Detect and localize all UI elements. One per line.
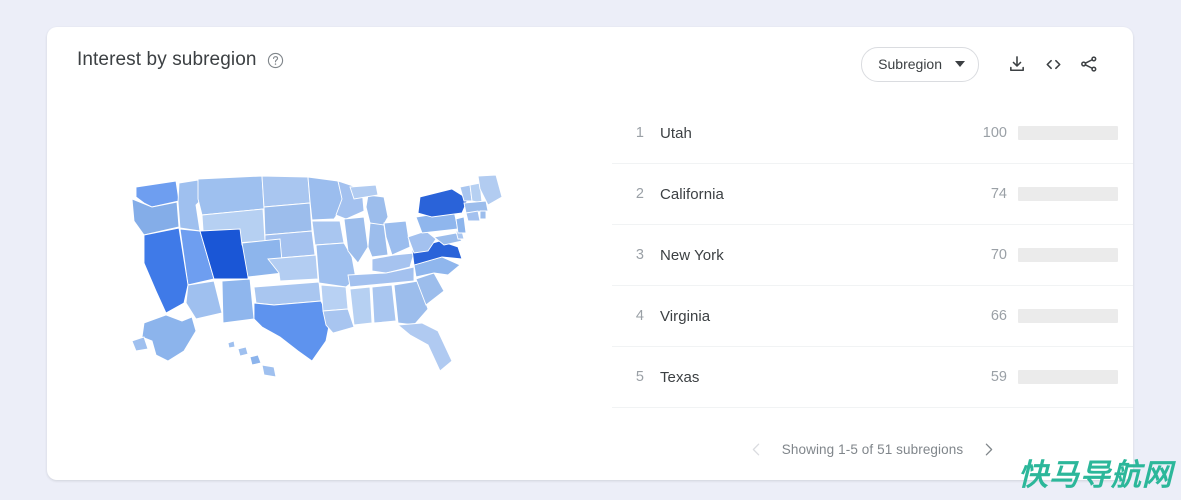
- row-rank: 5: [635, 369, 644, 385]
- header-controls: Subregion: [861, 46, 1107, 82]
- help-circle-icon[interactable]: [267, 52, 284, 69]
- table-row[interactable]: 5 Texas 59: [612, 347, 1133, 408]
- card-title-group: Interest by subregion: [77, 48, 284, 72]
- row-bar-track: [1018, 126, 1118, 140]
- subregion-list: 1 Utah 100 2 California 74 3 New York 70…: [612, 103, 1133, 408]
- card-header: Interest by subregion Subregion: [47, 27, 1133, 103]
- table-row[interactable]: 2 California 74: [612, 164, 1133, 225]
- download-icon: [1007, 54, 1027, 74]
- share-icon: [1079, 54, 1099, 74]
- pagination-status: Showing 1-5 of 51 subregions: [781, 441, 964, 457]
- page-title: Interest by subregion: [77, 49, 257, 70]
- chevron-right-icon: [980, 441, 997, 458]
- row-region-name: New York: [660, 246, 724, 264]
- row-rank: 4: [635, 308, 644, 324]
- card-body: 1 Utah 100 2 California 74 3 New York 70…: [47, 103, 1133, 480]
- row-rank: 2: [635, 186, 644, 202]
- choropleth-map-pane: [47, 103, 612, 480]
- row-bar-track: [1018, 187, 1118, 201]
- chevron-down-icon: [955, 61, 965, 67]
- region-level-select-label: Subregion: [878, 56, 942, 72]
- page-root: Interest by subregion Subregion 1 Utah 1…: [0, 0, 1181, 500]
- row-value: 66: [990, 308, 1007, 324]
- row-bar-track: [1018, 370, 1118, 384]
- map-states: [131, 175, 503, 378]
- row-region-name: Texas: [660, 368, 700, 386]
- interest-by-subregion-card: Interest by subregion Subregion 1 Utah 1…: [47, 27, 1133, 480]
- row-rank: 1: [635, 125, 644, 141]
- row-region-name: Virginia: [660, 307, 711, 325]
- row-value: 70: [990, 247, 1007, 263]
- table-row[interactable]: 3 New York 70: [612, 225, 1133, 286]
- row-value: 59: [990, 369, 1007, 385]
- table-row[interactable]: 1 Utah 100: [612, 103, 1133, 164]
- table-row[interactable]: 4 Virginia 66: [612, 286, 1133, 347]
- row-region-name: Utah: [660, 124, 692, 142]
- row-region-name: California: [660, 185, 724, 203]
- site-watermark: 快马导航网: [1018, 458, 1173, 493]
- row-value: 74: [990, 186, 1007, 202]
- embed-button[interactable]: [1035, 46, 1071, 82]
- region-level-select[interactable]: Subregion: [861, 46, 979, 82]
- row-rank: 3: [635, 247, 644, 263]
- pagination-prev-button[interactable]: [746, 436, 768, 462]
- row-value: 100: [982, 125, 1007, 141]
- us-choropleth-map[interactable]: [122, 175, 512, 405]
- share-button[interactable]: [1071, 46, 1107, 82]
- embed-code-icon: [1043, 54, 1064, 75]
- subregion-list-pane: 1 Utah 100 2 California 74 3 New York 70…: [612, 103, 1133, 480]
- row-bar-track: [1018, 248, 1118, 262]
- row-bar-track: [1018, 309, 1118, 323]
- chevron-left-icon: [748, 441, 765, 458]
- download-button[interactable]: [999, 46, 1035, 82]
- pagination-next-button[interactable]: [977, 436, 999, 462]
